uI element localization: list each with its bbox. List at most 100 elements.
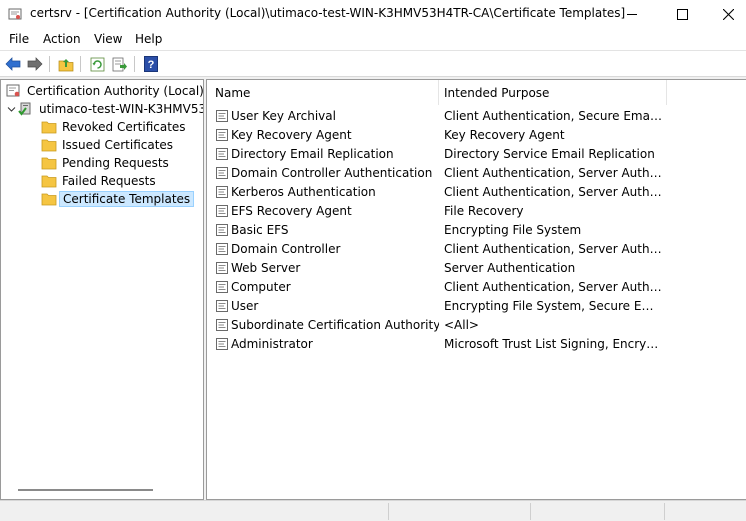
template-name: Basic EFS (231, 222, 289, 237)
template-purpose: Client Authentication, Secure Email, En.… (444, 108, 664, 123)
list-item[interactable]: Domain Controller Client Authentication,… (207, 239, 746, 258)
forward-arrow-icon (27, 57, 43, 71)
status-divider (388, 503, 389, 520)
toolbar: ? (0, 50, 746, 77)
tree-item-label: Certification Authority (Local) (27, 84, 204, 98)
template-name: EFS Recovery Agent (231, 203, 352, 218)
tree-item-revoked-certificates[interactable]: Revoked Certificates (41, 118, 189, 136)
template-purpose: Encrypting File System, Secure Email, Cl… (444, 298, 664, 313)
list-item[interactable]: Web Server Server Authentication (207, 258, 746, 277)
list-item[interactable]: Administrator Microsoft Trust List Signi… (207, 334, 746, 353)
status-divider (664, 503, 665, 520)
folder-icon (41, 175, 57, 188)
folder-icon (41, 193, 57, 206)
menu-file[interactable]: File (9, 32, 29, 46)
template-purpose: Encrypting File System (444, 222, 582, 237)
template-name: Kerberos Authentication (231, 184, 376, 199)
template-purpose: Server Authentication (444, 260, 576, 275)
list-item[interactable]: Basic EFS Encrypting File System (207, 220, 746, 239)
list-item[interactable]: Kerberos Authentication Client Authentic… (207, 182, 746, 201)
certificate-template-icon (216, 147, 228, 160)
certificate-template-icon (216, 280, 228, 293)
template-name: Computer (231, 279, 291, 294)
list-item[interactable]: User Key Archival Client Authentication,… (207, 106, 746, 125)
forward-button[interactable] (25, 54, 45, 74)
help-icon: ? (144, 56, 158, 72)
details-list-pane[interactable]: Name Intended Purpose User Key Archival … (206, 79, 746, 500)
folder-icon (41, 157, 57, 170)
list-item[interactable]: Key Recovery Agent Key Recovery Agent (207, 125, 746, 144)
list-item[interactable]: Computer Client Authentication, Server A… (207, 277, 746, 296)
tree-item-failed-requests[interactable]: Failed Requests (41, 172, 159, 190)
menu-action[interactable]: Action (43, 32, 81, 46)
template-purpose: Directory Service Email Replication (444, 146, 655, 161)
menu-bar: File Action View Help (0, 28, 746, 50)
maximize-button[interactable] (659, 0, 705, 28)
template-name: Administrator (231, 336, 313, 351)
tree-item-ca-server[interactable]: utimaco-test-WIN-K3HMV53H4TR-CA (7, 100, 203, 118)
status-bar (0, 500, 746, 521)
list-item[interactable]: User Encrypting File System, Secure Emai… (207, 296, 746, 315)
column-header-intended-purpose[interactable]: Intended Purpose (439, 80, 667, 105)
folder-icon (41, 139, 57, 152)
column-header-filler (667, 80, 746, 105)
title-bar: certsrv - [Certification Authority (Loca… (0, 0, 746, 28)
certificate-template-icon (216, 185, 228, 198)
certificate-template-icon (216, 223, 228, 236)
template-name: Key Recovery Agent (231, 127, 352, 142)
refresh-icon (90, 57, 104, 71)
menu-help[interactable]: Help (135, 32, 162, 46)
maximize-icon (676, 8, 688, 20)
toolbar-separator (80, 56, 81, 72)
template-purpose: Microsoft Trust List Signing, Encrypting… (444, 336, 664, 351)
certificate-template-icon (216, 318, 228, 331)
template-purpose: Client Authentication, Server Authentic.… (444, 241, 664, 256)
template-purpose: Key Recovery Agent (444, 127, 565, 142)
help-button[interactable]: ? (141, 54, 161, 74)
tree-item-label: Certificate Templates (59, 191, 195, 207)
certificate-template-icon (216, 242, 228, 255)
template-name: Directory Email Replication (231, 146, 394, 161)
refresh-button[interactable] (87, 54, 107, 74)
certificate-template-icon (216, 204, 228, 217)
tree-item-certificate-templates[interactable]: Certificate Templates (41, 190, 195, 208)
export-list-icon (112, 57, 127, 71)
export-list-button[interactable] (110, 54, 130, 74)
close-button[interactable] (705, 0, 746, 28)
tree-item-label: Issued Certificates (62, 138, 174, 152)
list-item[interactable]: Subordinate Certification Authority <All… (207, 315, 746, 334)
minimize-button[interactable] (609, 0, 655, 28)
chevron-down-icon[interactable] (7, 105, 16, 114)
template-purpose: Client Authentication, Server Authentic.… (444, 279, 664, 294)
template-name: User (231, 298, 259, 313)
template-purpose: Client Authentication, Server Authentic.… (444, 184, 664, 199)
horizontal-scrollbar[interactable] (18, 489, 153, 491)
template-name: Web Server (231, 260, 301, 275)
folder-icon (41, 121, 57, 134)
console-tree-pane[interactable]: Certification Authority (Local) utimaco-… (0, 79, 204, 500)
menu-view[interactable]: View (94, 32, 122, 46)
up-one-level-button[interactable] (56, 54, 76, 74)
back-arrow-icon (5, 57, 21, 71)
back-button[interactable] (3, 54, 23, 74)
tree-item-certification-authority[interactable]: Certification Authority (Local) (6, 82, 204, 100)
tree-item-label: utimaco-test-WIN-K3HMV53H4TR-CA (39, 102, 203, 116)
template-purpose: <All> (444, 317, 479, 332)
list-item[interactable]: Directory Email Replication Directory Se… (207, 144, 746, 163)
tree-item-pending-requests[interactable]: Pending Requests (41, 154, 172, 172)
tree-item-label: Failed Requests (62, 174, 156, 188)
certificate-template-icon (216, 337, 228, 350)
list-item[interactable]: EFS Recovery Agent File Recovery (207, 201, 746, 220)
certificate-template-icon (216, 109, 228, 122)
ca-server-check-icon (18, 102, 31, 116)
toolbar-separator (49, 56, 50, 72)
list-item[interactable]: Domain Controller Authentication Client … (207, 163, 746, 182)
certsrv-app-icon (8, 8, 22, 20)
tree-item-label: Pending Requests (62, 156, 169, 170)
toolbar-separator (134, 56, 135, 72)
certificate-template-icon (216, 166, 228, 179)
tree-item-issued-certificates[interactable]: Issued Certificates (41, 136, 176, 154)
column-header-name[interactable]: Name (207, 80, 439, 105)
template-name: User Key Archival (231, 108, 336, 123)
up-folder-icon (58, 58, 74, 71)
